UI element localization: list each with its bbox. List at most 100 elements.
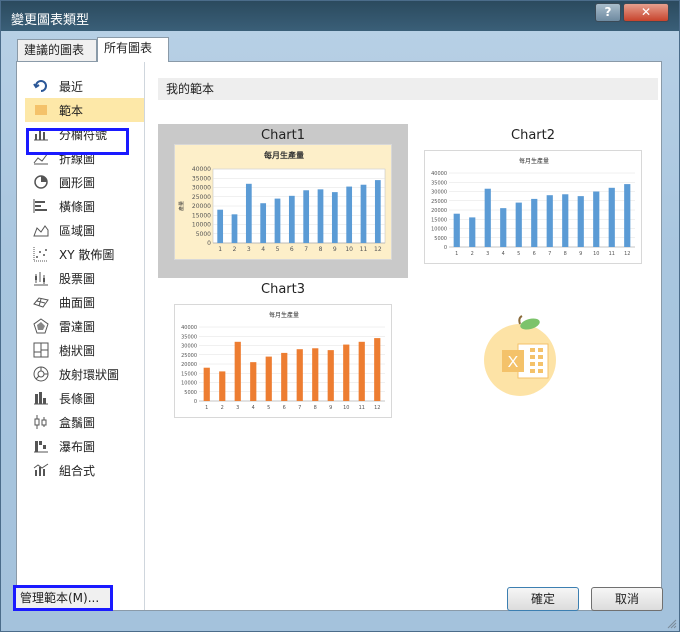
y-tick-label: 40000 xyxy=(181,325,197,331)
sidebar-item-surface-chart[interactable]: 曲面圖 xyxy=(25,290,145,314)
sidebar-item-pie-chart[interactable]: 圓形圖 xyxy=(25,170,145,194)
manage-templates-button[interactable]: 管理範本(M)... xyxy=(13,585,113,611)
sidebar-item-scatter-chart[interactable]: XY 散佈圖 xyxy=(25,242,145,266)
bar-10 xyxy=(593,191,600,247)
section-title: 我的範本 xyxy=(158,78,658,100)
sidebar-item-combo-chart[interactable]: 組合式 xyxy=(25,458,145,482)
cancel-button[interactable]: 取消 xyxy=(591,587,663,611)
bar-9 xyxy=(327,350,334,401)
y-tick-label: 0 xyxy=(444,245,447,251)
y-tick-label: 10000 xyxy=(192,222,211,229)
bar-5 xyxy=(274,198,281,243)
bar-7 xyxy=(546,195,553,247)
x-tick-label: 4 xyxy=(502,251,505,257)
bar-9 xyxy=(331,192,338,243)
chart2-svg: 每月生產量 0 5000 10000 15000 20000 25000 30000 35000… xyxy=(431,157,635,257)
help-button[interactable]: ? xyxy=(595,3,621,22)
sidebar-item-radar-chart[interactable]: 雷達圖 xyxy=(25,314,145,338)
window-title: 變更圖表類型 xyxy=(11,13,90,28)
chart3-svg: 每月生產量 0 5000 10000 15000 20000 25000 30000 35000… xyxy=(181,311,385,411)
y-tick-label: 25000 xyxy=(192,194,211,201)
bar-11 xyxy=(360,184,367,243)
bar-2 xyxy=(219,371,226,401)
sidebar-item-box-whisker-chart[interactable]: 盒鬚圖 xyxy=(25,410,145,434)
scatter-chart-icon xyxy=(33,247,48,262)
sidebar-item-label: 最近 xyxy=(59,79,84,94)
y-tick-label: 30000 xyxy=(192,185,211,192)
bar-11 xyxy=(608,187,615,247)
ok-button[interactable]: 確定 xyxy=(507,587,579,611)
bar-10 xyxy=(343,344,350,401)
sidebar-item-recent[interactable]: 最近 xyxy=(25,74,145,98)
sidebar-item-bar-chart[interactable]: 橫條圖 xyxy=(25,194,145,218)
sidebar-item-area-chart[interactable]: 區域圖 xyxy=(25,218,145,242)
resize-grip-icon[interactable] xyxy=(667,619,677,629)
x-tick-label: 12 xyxy=(374,405,380,411)
x-tick-label: 2 xyxy=(233,246,237,253)
y-tick-label: 15000 xyxy=(192,212,211,219)
y-tick-label: 20000 xyxy=(181,362,197,368)
sidebar-item-label: 範本 xyxy=(59,103,84,118)
tab-all-charts[interactable]: 所有圖表 xyxy=(97,37,169,62)
bar-8 xyxy=(562,194,569,247)
bar-4 xyxy=(250,362,257,401)
y-tick-label: 25000 xyxy=(181,353,197,359)
x-tick-label: 6 xyxy=(533,251,536,257)
chart2-preview[interactable]: 每月生產量 0 5000 10000 15000 20000 25000 30000 35000… xyxy=(424,150,642,264)
x-tick-label: 10 xyxy=(343,405,349,411)
close-icon: ✕ xyxy=(640,5,652,19)
dialog-client: 建議的圖表 所有圖表 最近 範本 分欄符號 折線圖 圓形圖 橫條圖 區域圖 XY 散佈圖 股票圖… xyxy=(9,31,671,625)
y-tick-label: 35000 xyxy=(181,334,197,340)
sidebar-item-label: 曲面圖 xyxy=(59,295,96,310)
waterfall-chart-icon xyxy=(34,441,48,453)
x-tick-label: 9 xyxy=(333,246,337,253)
chart1-preview[interactable]: 每月生產量 產量 0 5000 10000 15000 20000 25000 30000 350… xyxy=(174,144,392,260)
y-tick-label: 20000 xyxy=(192,203,211,210)
tab-recommended-charts[interactable]: 建議的圖表 xyxy=(17,39,97,61)
template-chart3-name: Chart3 xyxy=(261,282,305,297)
templates-area: 我的範本 Chart1 Chart2 Chart3 每月生產量 產量 0 5000 10… xyxy=(158,78,658,418)
bar-12 xyxy=(374,180,381,243)
sidebar-item-stock-chart[interactable]: 股票圖 xyxy=(25,266,145,290)
sidebar-item-label: 樹狀圖 xyxy=(59,343,96,358)
sidebar-item-treemap-chart[interactable]: 樹狀圖 xyxy=(25,338,145,362)
bar-3 xyxy=(234,341,241,401)
bar-7 xyxy=(296,349,303,401)
x-tick-label: 7 xyxy=(548,251,551,257)
y-tick-label: 0 xyxy=(207,240,211,247)
sidebar-item-label: 雷達圖 xyxy=(59,319,96,334)
y-tick-label: 0 xyxy=(194,399,197,405)
bar-2 xyxy=(469,217,476,247)
divider xyxy=(144,62,145,610)
bar-4 xyxy=(260,203,267,243)
template-chart1-name: Chart1 xyxy=(261,128,305,143)
y-tick-label: 40000 xyxy=(192,166,211,173)
chart3-preview[interactable]: 每月生產量 0 5000 10000 15000 20000 25000 30000 35000… xyxy=(174,304,392,418)
y-tick-label: 5000 xyxy=(196,231,211,238)
x-tick-label: 5 xyxy=(267,405,270,411)
sidebar-item-label: 區域圖 xyxy=(59,223,96,238)
sidebar-item-waterfall-chart[interactable]: 瀑布圖 xyxy=(25,434,145,458)
box-whisker-chart-icon xyxy=(34,415,47,429)
sidebar-item-label: 盒鬚圖 xyxy=(59,415,96,430)
x-tick-label: 3 xyxy=(247,246,251,253)
chart1-svg: 每月生產量產量 0 5000 10000 15000 20000 25000 30000 350… xyxy=(178,150,386,253)
sidebar-item-sunburst-chart[interactable]: 放射環狀圖 xyxy=(25,362,145,386)
chart-title: 每月生產量 xyxy=(519,157,549,165)
sidebar-item-histogram-chart[interactable]: 長條圖 xyxy=(25,386,145,410)
pie-chart-icon xyxy=(34,175,48,189)
y-tick-label: 40000 xyxy=(431,171,447,177)
bar-3 xyxy=(484,188,491,247)
bar-6 xyxy=(281,352,288,401)
x-tick-label: 8 xyxy=(314,405,317,411)
sidebar-item-folder[interactable]: 範本 xyxy=(25,98,145,122)
x-tick-label: 12 xyxy=(374,246,382,253)
x-tick-label: 10 xyxy=(593,251,599,257)
bar-8 xyxy=(317,189,324,243)
x-tick-label: 1 xyxy=(205,405,208,411)
x-tick-label: 2 xyxy=(471,251,474,257)
close-button[interactable]: ✕ xyxy=(623,3,669,22)
x-tick-label: 8 xyxy=(564,251,567,257)
svg-text:X: X xyxy=(508,354,519,371)
x-tick-label: 11 xyxy=(609,251,615,257)
